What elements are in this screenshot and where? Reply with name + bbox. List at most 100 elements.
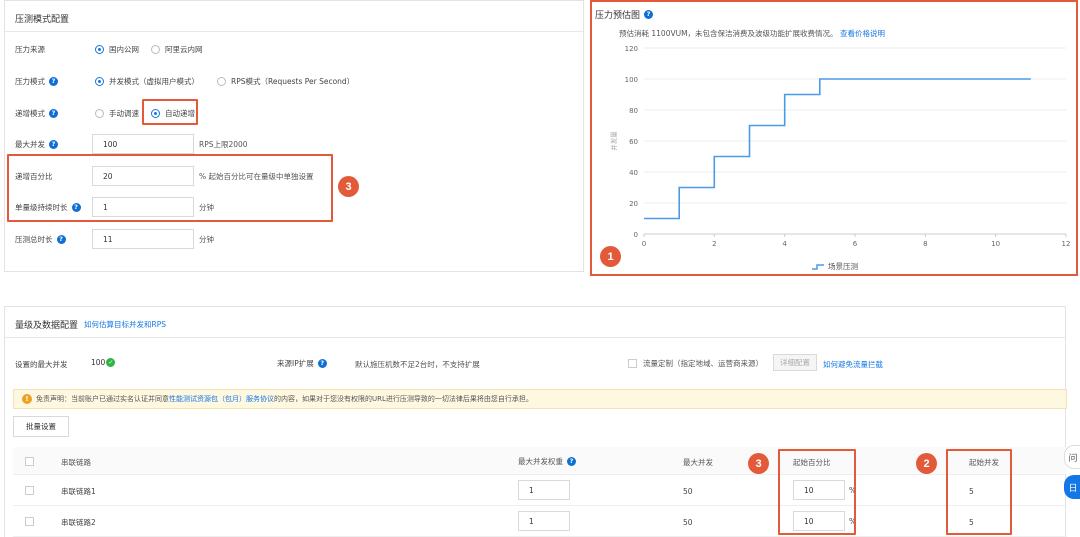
config-title: 压测模式配置 (15, 15, 70, 25)
series-line-场景压测 (644, 78, 1031, 220)
source-option-domestic[interactable]: 国内公网 (95, 44, 139, 55)
mode-option-concurrency[interactable]: 并发模式（虚拟用户模式） (95, 76, 199, 87)
ramp-label: 递增模式 (15, 108, 45, 118)
max-set-label: 设置的最大并发 (15, 360, 68, 369)
highlight-box-auto-ramp (142, 99, 198, 125)
y-tick-label: 0 (634, 231, 638, 239)
y-tick-label: 80 (629, 107, 638, 115)
table-row: 串联链路2 1 50 10 % 5 (13, 506, 1067, 537)
col-weight: 最大并发权重? (518, 456, 576, 467)
help-icon[interactable]: ? (49, 139, 58, 149)
avoid-intercept-link[interactable]: 如何避免流量拦截 (823, 359, 883, 370)
total-duration-unit: 分钟 (199, 235, 214, 244)
badge-2: 2 (916, 453, 937, 474)
chain-name: 串联链路1 (61, 487, 96, 496)
estimate-header: 压力预估图 ? (595, 8, 654, 21)
max-set-value-wrap: 100 ✓ (91, 358, 116, 367)
mode-row: 压力模式? 并发模式（虚拟用户模式） RPS模式（Requests Per Se… (15, 71, 575, 91)
badge-1: 1 (600, 246, 621, 267)
y-axis-label: 并发量 (609, 131, 618, 151)
col-max: 最大并发 (683, 458, 713, 467)
total-duration-label: 压测总时长 (15, 234, 53, 244)
mode-option-rps[interactable]: RPS模式（Requests Per Second） (217, 76, 354, 87)
ramp-option-manual[interactable]: 手动调速 (95, 108, 139, 119)
help-icon[interactable]: ? (49, 76, 58, 86)
estimate-target-link[interactable]: 如何估算目标并发和RPS (84, 319, 166, 330)
help-icon[interactable]: ? (56, 234, 66, 244)
x-tick-label: 8 (923, 240, 927, 248)
help-icon[interactable]: ? (317, 359, 327, 368)
estimate-panel: 压力预估图 ? 预估消耗 1100VUM，未包含保洁消费及波级功能扩展收费情况。… (590, 0, 1078, 276)
table-row: 串联链路1 1 50 10 % 5 (13, 475, 1067, 506)
max-value: 50 (683, 487, 693, 496)
disclaimer-bar: ! 免责声明：当前账户已通过实名认证并同意 性能测试资源包（包月）服务协议 的内… (13, 389, 1067, 409)
x-tick-label: 6 (853, 240, 858, 248)
feedback-side-button[interactable]: 问 (1064, 445, 1080, 469)
divider (5, 31, 583, 32)
warning-icon: ! (22, 394, 32, 404)
total-duration-row: 压测总时长? 11 分钟 (15, 229, 575, 249)
col-chain: 串联链路 (61, 458, 91, 467)
help-icon[interactable]: ? (567, 457, 576, 466)
total-duration-input[interactable]: 11 (92, 229, 194, 249)
checkbox-icon (628, 359, 637, 368)
help-icon[interactable]: ? (49, 108, 58, 118)
batch-settings-button[interactable]: 批量设置 (13, 416, 69, 437)
radio-checked-icon (95, 44, 104, 54)
radio-unchecked-icon (151, 44, 160, 54)
weight-input[interactable]: 1 (518, 480, 570, 500)
pressure-chart: 0 20 40 60 80 100 120 0 2 4 6 8 10 12 并发量 (609, 45, 1071, 248)
levels-table: 串联链路 最大并发权重? 最大并发 起始百分比 起始并发 串联链路1 1 50 … (13, 447, 1067, 537)
max-label: 最大并发 (15, 139, 45, 149)
row-checkbox[interactable] (25, 486, 34, 495)
levels-header: 量级及数据配置 如何估算目标并发和RPS (15, 318, 166, 331)
ip-scale-label: 来源IP扩展? (277, 358, 327, 369)
check-circle-icon: ✓ (106, 358, 116, 367)
radio-unchecked-icon (217, 76, 226, 86)
highlight-box-ramp-settings (7, 154, 333, 222)
y-tick-label: 40 (629, 169, 638, 177)
max-set-value: 100 (91, 358, 106, 367)
mode-label: 压力模式 (15, 76, 45, 86)
help-side-button[interactable]: 日 (1064, 475, 1080, 499)
x-tick-label: 0 (642, 240, 646, 248)
x-tick-label: 4 (782, 240, 787, 248)
ip-scale-text: 默认施压机数不足2台时，不支持扩展 (355, 360, 480, 369)
weight-input[interactable]: 1 (518, 511, 570, 531)
max-concurrency-hint: RPS上限2000 (199, 140, 248, 149)
source-row: 压力来源 国内公网 阿里云内网 (15, 39, 575, 59)
levels-panel: 量级及数据配置 如何估算目标并发和RPS 设置的最大并发 100 ✓ 来源IP扩… (4, 306, 1067, 537)
divider (5, 337, 1065, 338)
detail-config-button[interactable]: 详细配置 (773, 354, 817, 371)
y-tick-label: 20 (629, 200, 638, 208)
highlight-box-start-percent (778, 449, 856, 535)
x-tick-label: 2 (712, 240, 716, 248)
badge-3: 3 (338, 176, 359, 197)
radio-checked-icon (95, 76, 104, 86)
highlight-box-start-concurrency (946, 449, 1012, 535)
badge-3: 3 (748, 453, 769, 474)
x-tick-label: 10 (991, 240, 1000, 248)
ramp-row: 递增模式? 手动调速 自动递增 (15, 103, 575, 123)
legend-step-icon (812, 263, 824, 270)
table-header: 串联链路 最大并发权重? 最大并发 起始百分比 起始并发 (13, 447, 1067, 475)
y-tick-label: 60 (629, 138, 638, 146)
x-tick-label: 12 (1062, 240, 1071, 248)
chain-name: 串联链路2 (61, 518, 96, 527)
config-panel: 压测模式配置 压力来源 国内公网 阿里云内网 压力模式? 并发模式（虚拟用户模式… (4, 0, 584, 272)
levels-title: 量级及数据配置 (15, 321, 79, 331)
max-concurrency-input[interactable]: 100 (92, 134, 194, 154)
y-tick-label: 120 (625, 45, 638, 53)
service-agreement-link[interactable]: 性能测试资源包（包月）服务协议 (169, 394, 274, 404)
max-row: 最大并发? 100 RPS上限2000 (15, 134, 575, 154)
help-icon[interactable]: ? (644, 10, 654, 19)
radio-unchecked-icon (95, 108, 104, 118)
row-checkbox[interactable] (25, 517, 34, 526)
select-all-checkbox[interactable] (25, 457, 34, 466)
y-tick-label: 100 (625, 76, 638, 84)
chart-legend[interactable]: 场景压测 (812, 261, 858, 272)
source-option-aliyun[interactable]: 阿里云内网 (151, 44, 203, 55)
max-value: 50 (683, 518, 693, 527)
traffic-custom[interactable]: 流量定制（指定地域、运营商来源） (628, 358, 763, 369)
estimate-title: 压力预估图 (595, 11, 641, 21)
